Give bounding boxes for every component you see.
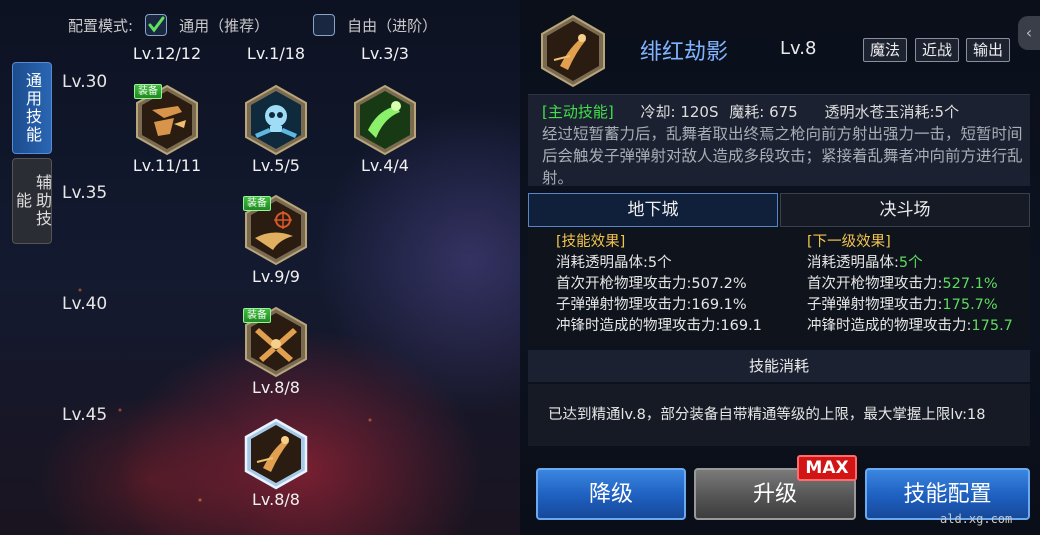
skill-level-label: Lv.11/11 [132, 156, 202, 175]
crimson-shadow-icon [541, 14, 605, 88]
skill-slot-selected[interactable] [243, 418, 309, 490]
tag-damage: 输出 [966, 38, 1011, 62]
current-effects: [技能效果] 消耗透明晶体:5个 首次开枪物理攻击力:507.2% 子弹弹射物理… [556, 232, 762, 337]
level-row-label: Lv.30 [62, 72, 108, 92]
option-general-label: 通用（推荐） [179, 16, 270, 35]
crimson-shadow-icon [244, 418, 308, 490]
tab-dungeon[interactable]: 地下城 [528, 193, 778, 227]
collapse-arrow-icon[interactable]: ‹ [1018, 16, 1040, 50]
mana-cost-text: 魔耗: 675 [729, 103, 798, 121]
level-row-label: Lv.40 [62, 294, 108, 314]
selected-skill-icon [540, 14, 606, 88]
crystal-cost-text: 透明水苍玉消耗:5个 [824, 103, 960, 121]
skill-level-label: Lv.8/8 [252, 490, 300, 509]
checkbox-general[interactable] [145, 14, 168, 36]
effect-row: 子弹弹射物理攻击力:175.7% [807, 297, 998, 313]
option-free-label: 自由（进阶） [347, 16, 438, 35]
skill-cost-text: 已达到精通lv.8，部分装备自带精通等级的上限，最大掌握上限lv:18 [528, 384, 1030, 446]
skill-level-label: Lv.9/9 [252, 267, 300, 286]
tab-support-skills[interactable]: 辅助技能 [12, 158, 52, 244]
top-level-label: Lv.3/3 [361, 44, 409, 63]
effect-row: 首次开枪物理攻击力:527.1% [807, 276, 998, 292]
effect-row: 冲锋时造成的物理攻击力:175.7 [807, 318, 1013, 334]
config-mode-row: 配置模式: 通用（推荐） 自由（进阶） [68, 14, 481, 36]
effect-row: 消耗透明晶体:5个 [556, 255, 672, 271]
top-level-label: Lv.1/18 [246, 44, 306, 63]
skill-info-box: [主动技能] 冷却: 120S 魔耗: 675 透明水苍玉消耗:5个 经过短暂蓄… [528, 94, 1030, 186]
next-effects-header: [下一级效果] [807, 234, 891, 250]
cooldown-text: 冷却: 120S [640, 103, 719, 121]
level-row-label: Lv.45 [62, 405, 108, 425]
equipped-badge: 装备 [243, 308, 271, 323]
tag-melee: 近战 [915, 38, 960, 62]
tag-magic: 魔法 [863, 38, 908, 62]
skill-level: Lv.8 [780, 38, 817, 59]
skill-cost-header: 技能消耗 [528, 350, 1030, 382]
tab-pvp[interactable]: 决斗场 [780, 193, 1030, 227]
active-skill-tag: [主动技能] [542, 103, 614, 121]
current-effects-header: [技能效果] [556, 234, 626, 250]
skill-description: 经过短暂蓄力后，乱舞者取出终焉之枪向前方射出强力一击，短暂时间后会触发子弹弹射对… [542, 125, 1023, 186]
option-free[interactable]: 自由（进阶） [313, 14, 437, 36]
effect-row: 冲锋时造成的物理攻击力:169.1 [556, 318, 762, 334]
green-gunner-icon [354, 84, 416, 156]
watermark: ald.xg.com [940, 512, 1013, 526]
equipped-badge: 装备 [243, 196, 271, 211]
downgrade-button[interactable]: 降级 [536, 468, 686, 520]
effect-row: 子弹弹射物理攻击力:169.1% [556, 297, 747, 313]
skull-guns-icon [245, 84, 307, 156]
skill-slot[interactable] [243, 84, 309, 156]
checkbox-free[interactable] [313, 14, 336, 36]
equipped-badge: 装备 [134, 84, 162, 99]
top-level-label: Lv.12/12 [132, 44, 202, 63]
max-badge: MAX [797, 455, 857, 481]
skill-name: 绯红劫影 [640, 40, 729, 65]
effect-row: 首次开枪物理攻击力:507.2% [556, 276, 747, 292]
effect-row: 消耗透明晶体:5个 [807, 255, 923, 271]
option-general[interactable]: 通用（推荐） [145, 14, 269, 36]
config-mode-label: 配置模式: [68, 16, 134, 35]
effect-panel: [技能效果] 消耗透明晶体:5个 首次开枪物理攻击力:507.2% 子弹弹射物理… [528, 228, 1030, 346]
skill-stats-line: [主动技能] 冷却: 120S 魔耗: 675 透明水苍玉消耗:5个 [542, 101, 959, 122]
skill-level-label: Lv.5/5 [252, 156, 300, 175]
skill-slot[interactable] [352, 84, 418, 156]
checkmark-icon [148, 16, 165, 33]
skill-level-label: Lv.8/8 [252, 378, 300, 397]
skill-level-label: Lv.4/4 [361, 156, 409, 175]
next-effects: [下一级效果] 消耗透明晶体:5个 首次开枪物理攻击力:527.1% 子弹弹射物… [807, 232, 1013, 337]
level-row-label: Lv.35 [62, 183, 108, 203]
tab-general-skills[interactable]: 通用技能 [12, 62, 52, 154]
